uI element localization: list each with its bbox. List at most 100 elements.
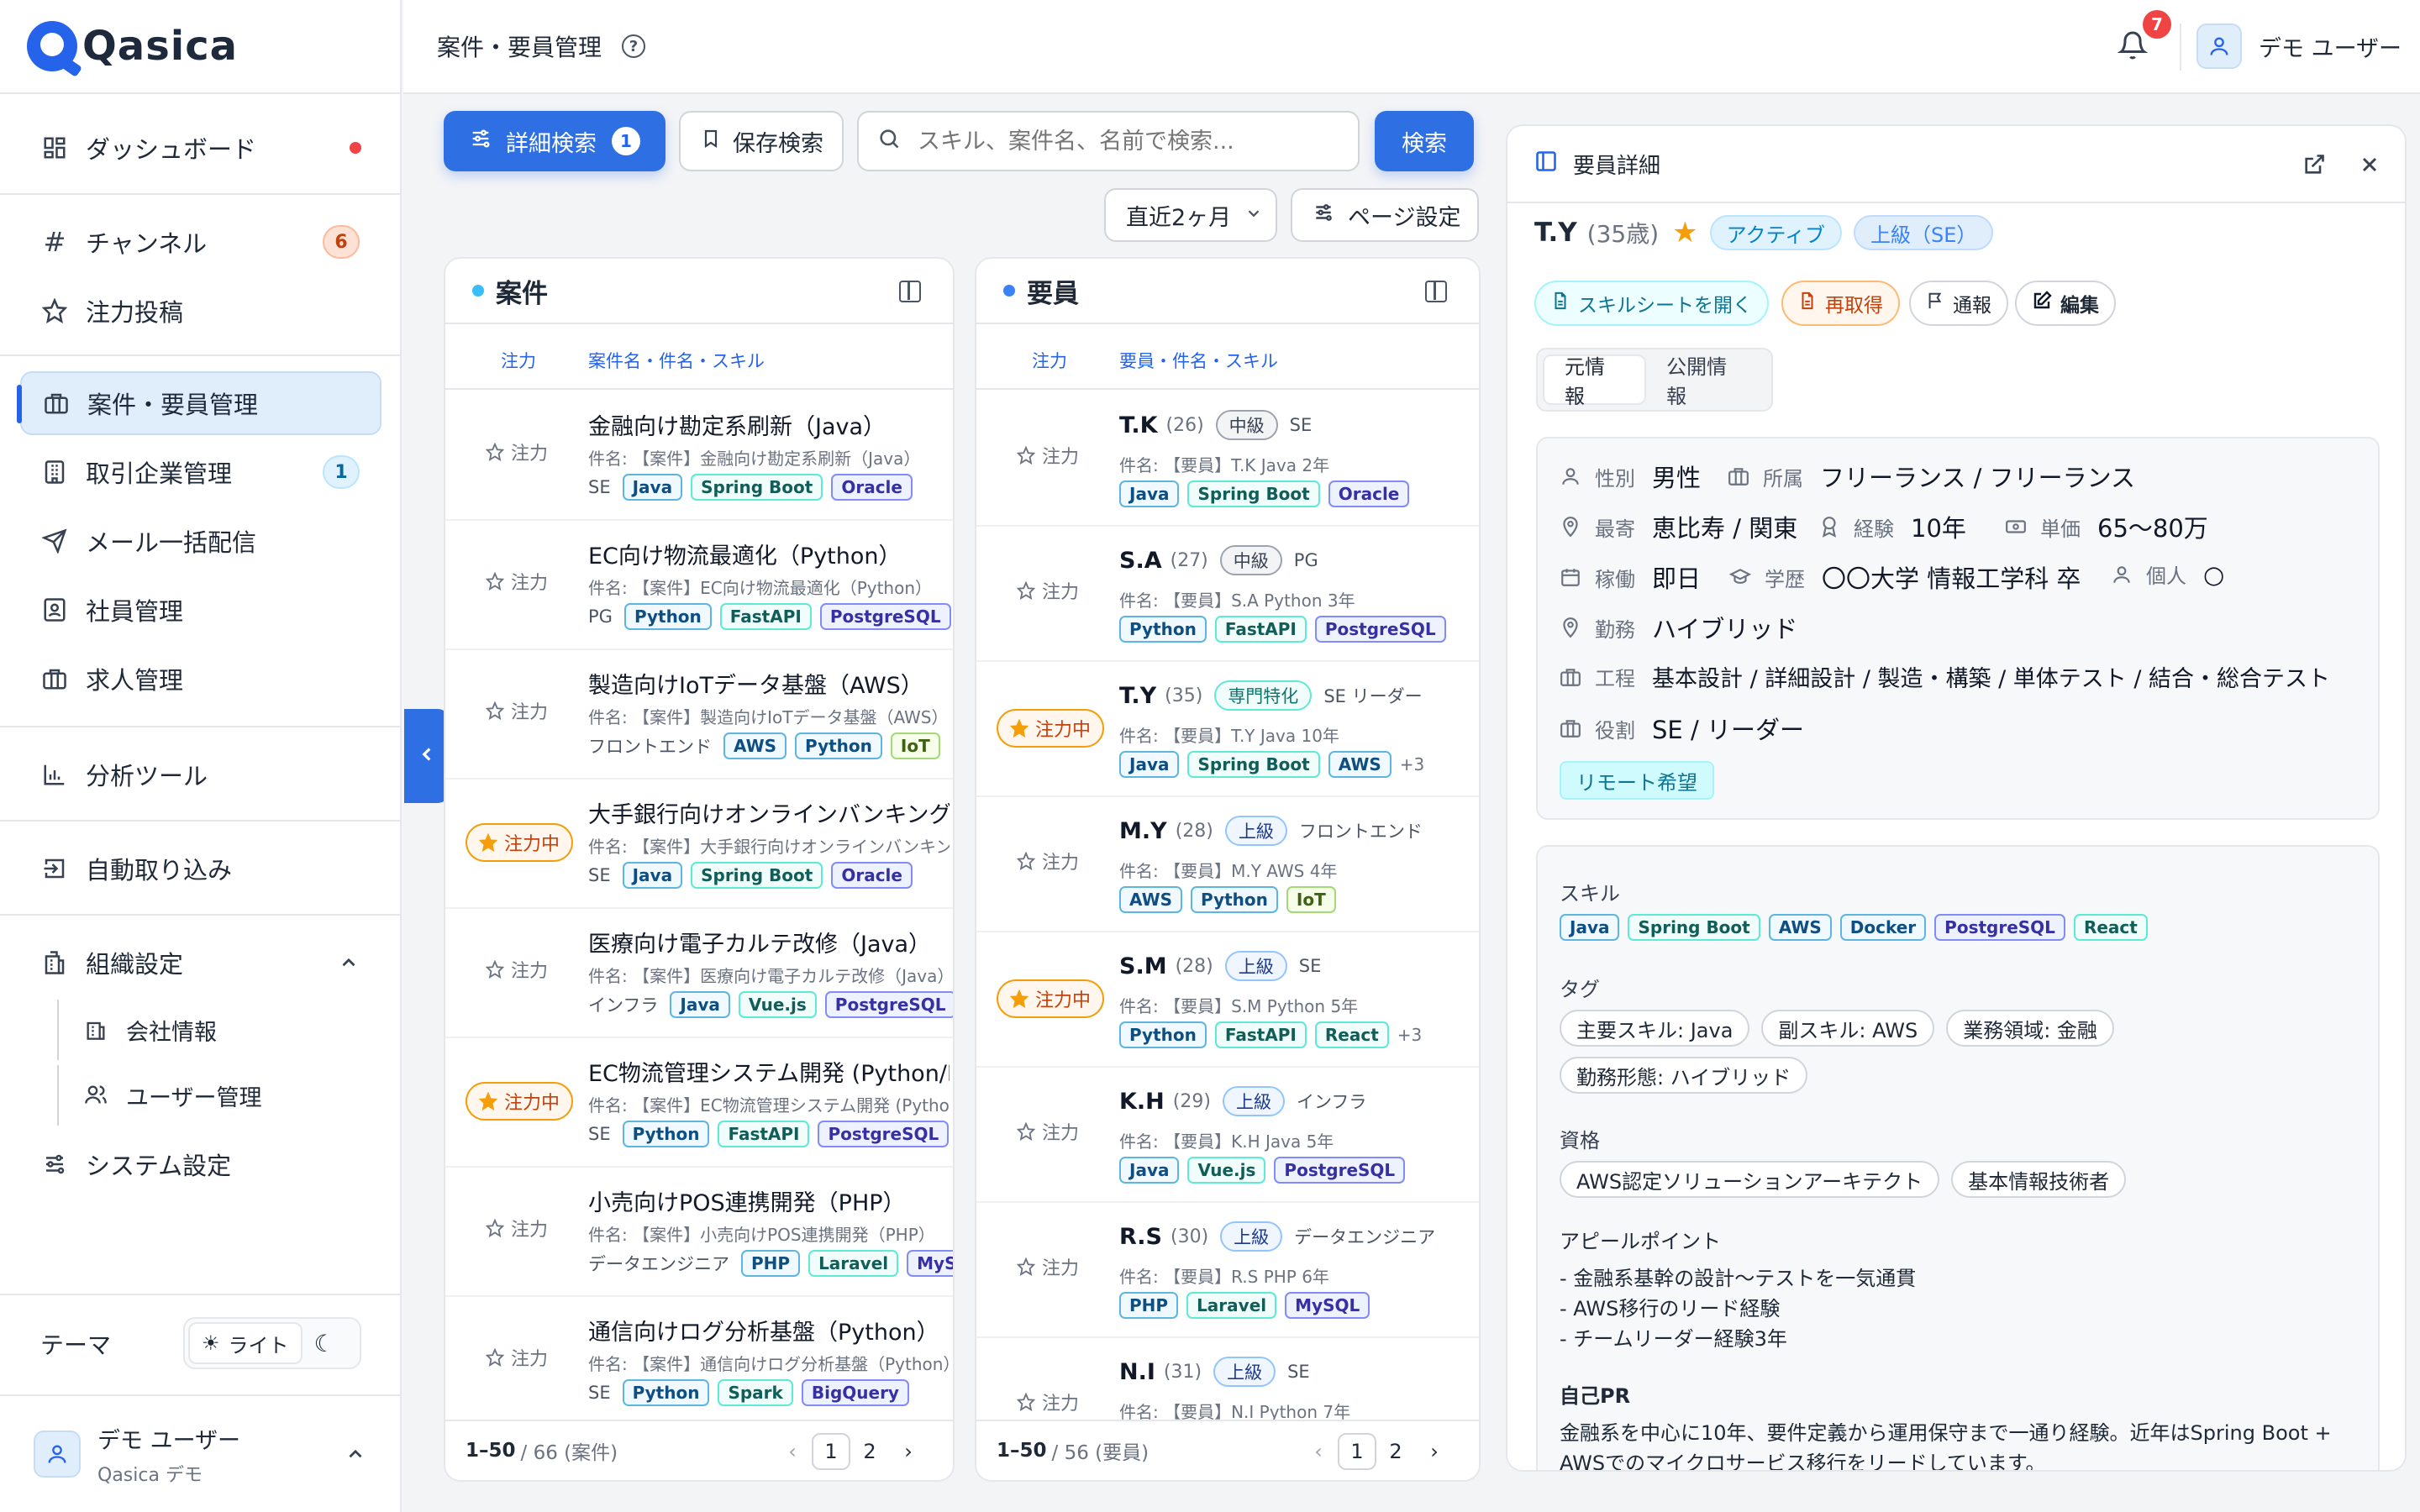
prev-page-icon[interactable]: ‹ xyxy=(1299,1433,1338,1470)
chevron-up-icon[interactable] xyxy=(338,951,360,979)
bell-icon[interactable] xyxy=(2117,30,2151,64)
more-tags-count[interactable]: +3 xyxy=(1397,1025,1422,1045)
sidebar-item-channels[interactable]: # チャンネル 6 xyxy=(20,210,381,274)
theme-dark-option[interactable]: ☾ xyxy=(302,1322,347,1364)
sidebar-item-analytics[interactable]: 分析ツール xyxy=(20,743,381,806)
focus-toggle[interactable]: 注力 xyxy=(486,438,548,465)
search-input[interactable] xyxy=(918,128,1321,155)
tab-public[interactable]: 公開情報 xyxy=(1646,354,1766,408)
sidebar-user-menu[interactable]: デモ ユーザー Qasica デモ xyxy=(0,1394,402,1512)
focus-toggle[interactable]: 注力 xyxy=(486,1215,548,1242)
panel-layout-icon[interactable] xyxy=(1425,281,1447,302)
project-title[interactable]: 通信向けログ分析基盤（Python） xyxy=(588,1314,950,1347)
sidebar-item-system[interactable]: システム設定 xyxy=(20,1132,381,1196)
project-title[interactable]: 小売向けPOS連携開発（PHP） xyxy=(588,1184,950,1217)
next-page-icon[interactable]: › xyxy=(889,1433,928,1470)
tab-original[interactable]: 元情報 xyxy=(1543,354,1647,408)
project-row[interactable]: 注力中 EC物流管理システム開発 (Python/FastAPI) 件名: 【案件】… xyxy=(445,1038,953,1168)
focus-toggle[interactable]: 注力 xyxy=(486,1344,548,1371)
prev-page-icon[interactable]: ‹ xyxy=(773,1433,812,1470)
project-row[interactable]: 注力中 大手銀行向けオンラインバンキング刷新件名: 【案件】大手銀行向けオンライン… xyxy=(445,780,953,909)
search-field[interactable] xyxy=(857,111,1360,171)
project-row[interactable]: 注力 小売向けPOS連携開発（PHP） 件名: 【案件】小売向けPOS連携開発（PH… xyxy=(445,1168,953,1297)
focus-toggle[interactable]: 注力 xyxy=(486,568,548,595)
focus-toggle[interactable]: 注力 xyxy=(486,697,548,724)
staff-name[interactable]: S.M xyxy=(1119,953,1167,979)
sidebar-collapse-button[interactable] xyxy=(404,709,450,803)
more-tags-count[interactable]: +3 xyxy=(1400,754,1424,774)
project-title[interactable]: 金融向け勘定系刷新（Java） xyxy=(588,408,950,441)
report-button[interactable]: 通報 xyxy=(1909,281,2008,326)
sidebar-item-staff[interactable]: 社員管理 xyxy=(20,578,381,642)
chevron-up-icon[interactable] xyxy=(345,1443,366,1468)
open-skill-sheet-button[interactable]: スキルシートを開く xyxy=(1534,281,1769,326)
sidebar-item-dashboard[interactable]: ダッシュボード xyxy=(20,116,381,180)
search-button[interactable]: 検索 xyxy=(1375,111,1474,171)
sidebar-subitem-users[interactable]: ユーザー管理 xyxy=(57,1065,376,1126)
focus-toggle[interactable]: 注力 xyxy=(1017,442,1079,469)
sidebar-item-auto-import[interactable]: 自動取り込み xyxy=(20,837,381,900)
focus-toggle[interactable]: 注力 xyxy=(1017,1118,1079,1145)
sidebar-item-org[interactable]: 組織設定 xyxy=(20,931,381,995)
focus-toggle[interactable]: 注力 xyxy=(1017,1389,1079,1415)
project-row[interactable]: 注力 医療向け電子カルテ改修（Java） 件名: 【案件】医療向け電子カルテ改修（J… xyxy=(445,909,953,1038)
project-title[interactable]: 大手銀行向けオンラインバンキング刷新 xyxy=(588,796,950,829)
focus-toggle[interactable]: 注力中 xyxy=(466,1082,574,1121)
next-page-icon[interactable]: › xyxy=(1415,1433,1454,1470)
staff-row[interactable]: 注力 M.Y (28) 上級 フロントエンド 件名: 【要員】M.Y AWS 4年 AWS P… xyxy=(976,797,1479,932)
header-user-menu[interactable]: デモ ユーザー xyxy=(2196,24,2402,69)
focus-toggle[interactable]: 注力 xyxy=(1017,577,1079,604)
sidebar-subitem-company[interactable]: 会社情報 xyxy=(57,1000,376,1060)
staff-name[interactable]: R.S xyxy=(1119,1224,1162,1250)
help-icon[interactable]: ? xyxy=(622,34,646,58)
focus-toggle[interactable]: 注力中 xyxy=(466,823,574,862)
staff-name[interactable]: T.K xyxy=(1119,412,1158,438)
external-link-icon[interactable] xyxy=(2302,153,2326,182)
theme-light-option[interactable]: ☀ ライト xyxy=(188,1322,302,1364)
column-focus[interactable]: 注力 xyxy=(1032,348,1067,373)
staff-row[interactable]: 注力中 S.M (28) 上級 SE 件名: 【要員】S.M Python 5年 Pytho… xyxy=(976,932,1479,1068)
close-icon[interactable] xyxy=(2358,153,2381,182)
staff-row[interactable]: 注力中 T.Y (35) 専門特化 SE リーダー 件名: 【要員】T.Y Java 10… xyxy=(976,662,1479,797)
staff-name[interactable]: N.I xyxy=(1119,1359,1155,1385)
staff-name[interactable]: T.Y xyxy=(1119,683,1156,709)
staff-row[interactable]: 注力 T.K (26) 中級 SE 件名: 【要員】T.K Java 2年 Java Spri… xyxy=(976,391,1479,527)
sidebar-item-projects[interactable]: 案件・要員管理 xyxy=(17,371,381,435)
saved-search-button[interactable]: 保存検索 xyxy=(679,111,844,171)
sidebar-item-mail[interactable]: メール一括配信 xyxy=(20,509,381,573)
period-select[interactable]: 直近2ヶ月 xyxy=(1104,188,1277,242)
sidebar-item-jobs[interactable]: 求人管理 xyxy=(20,647,381,711)
focus-toggle[interactable]: 注力中 xyxy=(997,979,1105,1018)
focus-toggle[interactable]: 注力中 xyxy=(997,709,1105,748)
staff-row[interactable]: 注力 K.H (29) 上級 インフラ 件名: 【要員】K.H Java 5年 Java Vu… xyxy=(976,1068,1479,1203)
edit-button[interactable]: 編集 xyxy=(2015,281,2116,326)
page-2-button[interactable]: 2 xyxy=(1376,1433,1415,1470)
page-2-button[interactable]: 2 xyxy=(850,1433,889,1470)
staff-row[interactable]: 注力 R.S (30) 上級 データエンジニア 件名: 【要員】R.S PHP 6年 PHP… xyxy=(976,1203,1479,1338)
column-main[interactable]: 要員・件名・スキル xyxy=(1119,348,1278,373)
page-1-button[interactable]: 1 xyxy=(812,1433,850,1470)
project-row[interactable]: 注力 製造向けIoTデータ基盤（AWS） 件名: 【案件】製造向けIoTデータ基盤（… xyxy=(445,650,953,780)
column-main[interactable]: 案件名・件名・スキル xyxy=(588,348,765,373)
project-title[interactable]: 製造向けIoTデータ基盤（AWS） xyxy=(588,667,950,700)
page-1-button[interactable]: 1 xyxy=(1338,1433,1376,1470)
staff-name[interactable]: M.Y xyxy=(1119,818,1167,844)
focus-toggle[interactable]: 注力 xyxy=(1017,848,1079,874)
project-title[interactable]: 医療向け電子カルテ改修（Java） xyxy=(588,926,950,958)
staff-row[interactable]: 注力 S.A (27) 中級 PG 件名: 【要員】S.A Python 3年 Python… xyxy=(976,527,1479,662)
project-title[interactable]: EC向け物流最適化（Python） xyxy=(588,538,950,570)
favorite-star-icon[interactable]: ★ xyxy=(1672,216,1697,249)
focus-toggle[interactable]: 注力 xyxy=(486,956,548,983)
panel-layout-icon[interactable] xyxy=(899,281,921,302)
project-title[interactable]: EC物流管理システム開発 (Python/FastAPI) xyxy=(588,1055,950,1088)
page-settings-button[interactable]: ページ設定 xyxy=(1291,188,1479,242)
staff-name[interactable]: S.A xyxy=(1119,548,1162,574)
staff-name[interactable]: K.H xyxy=(1119,1089,1165,1115)
sidebar-item-focus-posts[interactable]: 注力投稿 xyxy=(20,279,381,343)
theme-toggle[interactable]: ☀ ライト ☾ xyxy=(183,1317,361,1369)
advanced-search-button[interactable]: 詳細検索 1 xyxy=(444,111,666,171)
project-row[interactable]: 注力 金融向け勘定系刷新（Java） 件名: 【案件】金融向け勘定系刷新（Java）… xyxy=(445,391,953,521)
sidebar-item-partners[interactable]: 取引企業管理 1 xyxy=(20,440,381,504)
project-row[interactable]: 注力 EC向け物流最適化（Python） 件名: 【案件】EC向け物流最適化（Pyt… xyxy=(445,521,953,650)
focus-toggle[interactable]: 注力 xyxy=(1017,1253,1079,1280)
